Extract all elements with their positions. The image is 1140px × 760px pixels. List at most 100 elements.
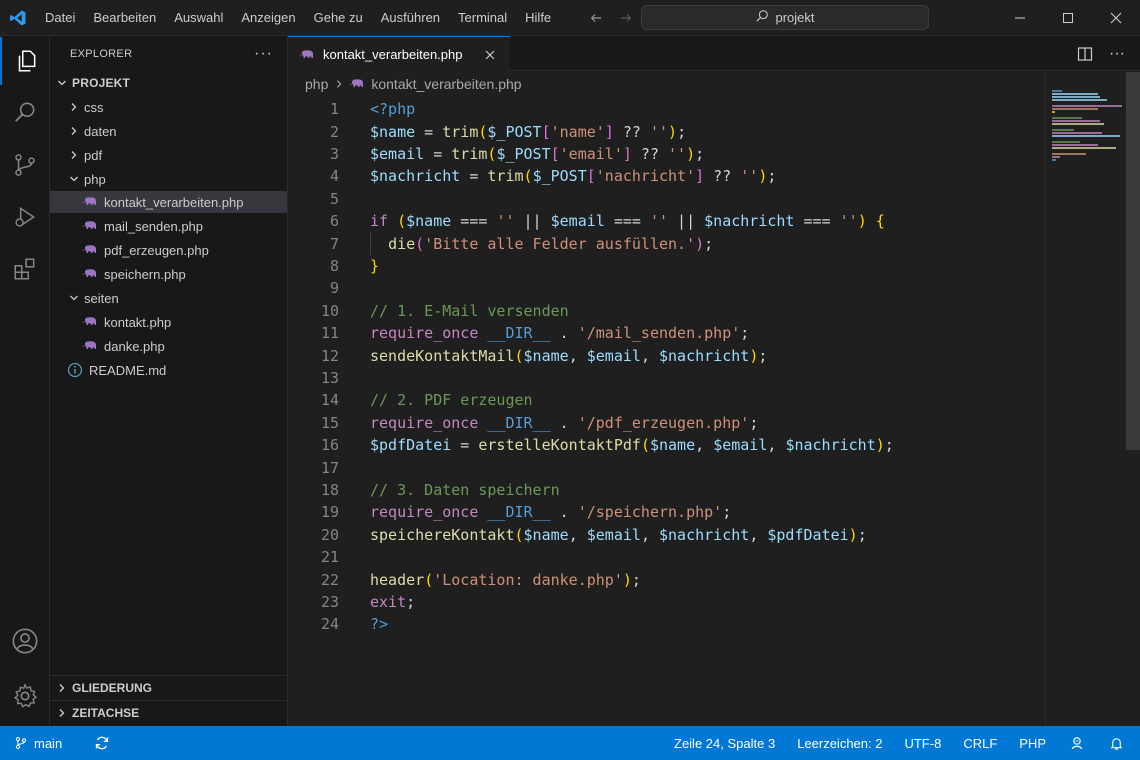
menu-datei[interactable]: Datei — [36, 0, 84, 36]
command-center-search[interactable]: projekt — [641, 5, 929, 30]
line-number: 2 — [329, 122, 339, 141]
branch-indicator[interactable]: main — [0, 726, 70, 760]
forward-arrow-icon[interactable] — [615, 7, 637, 29]
folder-label: seiten — [84, 290, 119, 306]
back-arrow-icon[interactable] — [585, 7, 607, 29]
code-line: 14 // 2. PDF erzeugen — [288, 389, 1044, 411]
code-text: sendeKontaktMail($name, $email, $nachric… — [370, 346, 768, 365]
scrollbar-thumb[interactable] — [1126, 72, 1140, 450]
project-root[interactable]: PROJEKT — [50, 72, 287, 94]
extensions-icon[interactable] — [0, 245, 50, 293]
menu-ausfuehren[interactable]: Ausführen — [372, 0, 449, 36]
more-actions-icon[interactable]: ··· — [1104, 41, 1130, 67]
file-label: kontakt_verarbeiten.php — [104, 194, 244, 210]
line-number: 9 — [329, 279, 339, 298]
php-elephant-icon — [300, 49, 315, 61]
menu-hilfe[interactable]: Hilfe — [516, 0, 560, 36]
code-line: 23 exit; — [288, 591, 1044, 613]
settings-gear-icon[interactable] — [0, 672, 50, 720]
minimap-line — [1052, 96, 1100, 98]
folder-css[interactable]: css — [50, 96, 287, 118]
file-readme[interactable]: README.md — [50, 359, 287, 381]
file-speichern[interactable]: speichern.php — [50, 263, 287, 285]
info-icon — [67, 362, 83, 378]
minimap-line — [1052, 132, 1102, 134]
file-kontakt-verarbeiten[interactable]: kontakt_verarbeiten.php — [50, 191, 287, 213]
maximize-button[interactable] — [1044, 0, 1092, 36]
file-kontakt[interactable]: kontakt.php — [50, 311, 287, 333]
chevron-right-icon — [334, 76, 344, 92]
more-actions-icon[interactable]: ··· — [254, 45, 273, 63]
line-number: 20 — [320, 525, 339, 544]
notifications-bell-icon[interactable] — [1097, 726, 1140, 760]
breadcrumb-folder[interactable]: php — [305, 76, 328, 92]
folder-pdf[interactable]: pdf — [50, 144, 287, 166]
close-icon[interactable] — [482, 47, 498, 63]
menu-auswahl[interactable]: Auswahl — [165, 0, 232, 36]
menu-terminal[interactable]: Terminal — [449, 0, 516, 36]
minimap-line — [1052, 117, 1082, 119]
line-number: 19 — [320, 503, 339, 522]
tab-kontakt-verarbeiten[interactable]: kontakt_verarbeiten.php — [288, 36, 510, 72]
code-text: // 3. Daten speichern — [370, 480, 560, 499]
line-ending[interactable]: CRLF — [952, 726, 1008, 760]
menu-bearbeiten[interactable]: Bearbeiten — [84, 0, 165, 36]
code-text: $email = trim($_POST['email'] ?? ''); — [370, 144, 705, 163]
file-mail-senden[interactable]: mail_senden.php — [50, 215, 287, 237]
line-number: 8 — [329, 256, 339, 275]
line-number: 3 — [329, 144, 339, 163]
menu-bar: Datei Bearbeiten Auswahl Anzeigen Gehe z… — [36, 0, 560, 36]
minimap-line — [1052, 108, 1098, 110]
source-control-icon[interactable] — [0, 141, 50, 189]
line-number: 17 — [320, 458, 339, 477]
code-editor[interactable]: 1 <?php 2 $name = trim($_POST['name'] ?? '… — [288, 98, 1044, 726]
language-mode[interactable]: PHP — [1008, 726, 1057, 760]
minimap-line — [1052, 123, 1104, 125]
folder-seiten[interactable]: seiten — [50, 287, 287, 309]
timeline-section[interactable]: ZEITACHSE — [50, 700, 287, 725]
search-icon[interactable] — [0, 89, 50, 137]
split-editor-icon[interactable] — [1072, 41, 1098, 67]
folder-daten[interactable]: daten — [50, 120, 287, 142]
file-danke[interactable]: danke.php — [50, 335, 287, 357]
file-pdf-erzeugen[interactable]: pdf_erzeugen.php — [50, 239, 287, 261]
code-text: require_once __DIR__ . '/pdf_erzeugen.ph… — [370, 413, 759, 432]
copilot-icon[interactable] — [1057, 726, 1097, 760]
folder-php[interactable]: php — [50, 168, 287, 190]
minimap-line — [1052, 90, 1062, 92]
menu-anzeigen[interactable]: Anzeigen — [232, 0, 304, 36]
sync-button[interactable] — [86, 726, 118, 760]
php-elephant-icon — [82, 266, 98, 282]
outline-section[interactable]: GLIEDERUNG — [50, 675, 287, 700]
explorer-icon[interactable] — [0, 37, 50, 85]
cursor-position[interactable]: Zeile 24, Spalte 3 — [663, 726, 786, 760]
code-line: 12 sendeKontaktMail($name, $email, $nachr… — [288, 344, 1044, 366]
code-line: 16 $pdfDatei = erstelleKontaktPdf($name, … — [288, 434, 1044, 456]
vertical-scrollbar[interactable] — [1126, 72, 1140, 726]
chevron-right-icon — [54, 707, 70, 719]
line-number: 13 — [320, 368, 339, 387]
minimap-line — [1052, 99, 1107, 101]
minimap[interactable] — [1045, 72, 1125, 726]
indentation[interactable]: Leerzeichen: 2 — [786, 726, 893, 760]
code-line: 17 — [288, 456, 1044, 478]
breadcrumb-file[interactable]: kontakt_verarbeiten.php — [371, 76, 521, 92]
code-line: 8} — [288, 255, 1044, 277]
close-window-button[interactable] — [1092, 0, 1140, 36]
line-number: 24 — [320, 615, 339, 634]
activity-bar — [0, 36, 50, 726]
outline-title: GLIEDERUNG — [72, 681, 153, 695]
status-bar: main Zeile 24, Spalte 3 Leerzeichen: 2 U… — [0, 726, 1140, 760]
vscode-logo-icon — [0, 0, 36, 36]
line-number: 12 — [320, 346, 339, 365]
file-label: mail_senden.php — [104, 218, 204, 234]
code-text: if ($name === '' || $email === '' || $na… — [370, 212, 885, 231]
explorer-title: EXPLORER — [70, 48, 133, 60]
minimap-line — [1052, 105, 1122, 107]
minimize-button[interactable] — [996, 0, 1044, 36]
run-debug-icon[interactable] — [0, 193, 50, 241]
account-icon[interactable] — [0, 617, 50, 665]
encoding[interactable]: UTF-8 — [893, 726, 952, 760]
menu-gehe-zu[interactable]: Gehe zu — [305, 0, 372, 36]
code-text: exit; — [370, 592, 416, 611]
